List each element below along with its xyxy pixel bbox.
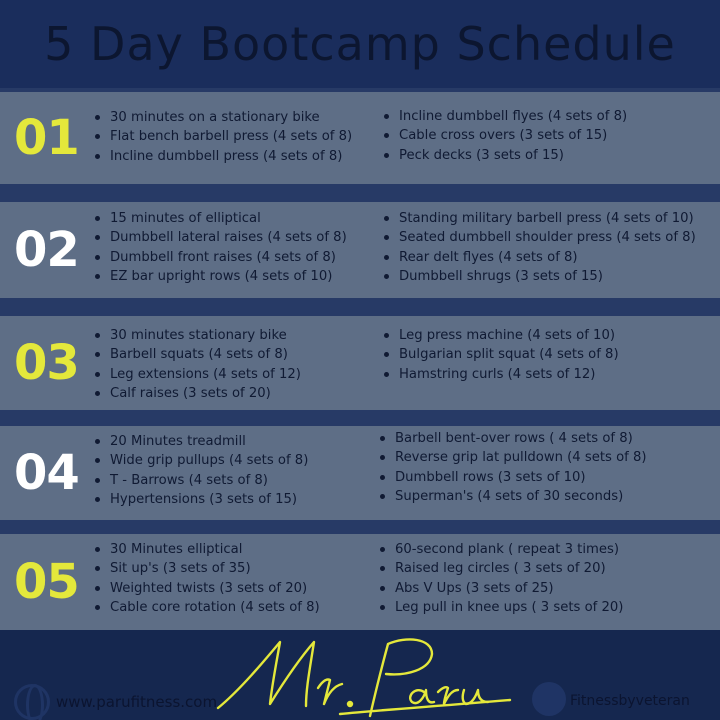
exercise-list-left: 30 Minutes elliptical Sit up's (3 sets o… [95, 540, 320, 618]
list-item: Peck decks (3 sets of 15) [384, 146, 627, 165]
list-item: T - Barrows (4 sets of 8) [95, 471, 308, 490]
list-item: 60-second plank ( repeat 3 times) [380, 540, 623, 559]
divider [0, 410, 720, 426]
day-panel-1: 01 30 minutes on a stationary bike Flat … [0, 92, 720, 184]
exercise-list-right: 60-second plank ( repeat 3 times) Raised… [380, 540, 623, 618]
day-panel-2: 02 15 minutes of elliptical Dumbbell lat… [0, 202, 720, 298]
exercise-list-left: 30 minutes stationary bike Barbell squat… [95, 326, 301, 404]
list-item: EZ bar upright rows (4 sets of 10) [95, 267, 347, 286]
day-number: 04 [14, 445, 80, 501]
divider [0, 184, 720, 202]
divider [0, 520, 720, 534]
list-item: Leg extensions (4 sets of 12) [95, 365, 301, 384]
list-item: 15 minutes of elliptical [95, 209, 347, 228]
list-item: Dumbbell rows (3 sets of 10) [380, 468, 647, 487]
facebook-icon [532, 682, 566, 716]
list-item: Standing military barbell press (4 sets … [384, 209, 696, 228]
list-item: Cable core rotation (4 sets of 8) [95, 598, 320, 617]
exercise-list-right: Leg press machine (4 sets of 10) Bulgari… [384, 326, 619, 384]
list-item: 30 minutes on a stationary bike [95, 108, 352, 127]
day-number: 05 [14, 554, 80, 610]
globe-icon [14, 684, 50, 720]
exercise-list-left: 15 minutes of elliptical Dumbbell latera… [95, 209, 347, 287]
list-item: Barbell bent-over rows ( 4 sets of 8) [380, 429, 647, 448]
list-item: Leg pull in knee ups ( 3 sets of 20) [380, 598, 623, 617]
exercise-list-left: 30 minutes on a stationary bike Flat ben… [95, 108, 352, 166]
exercise-list-left: 20 Minutes treadmill Wide grip pullups (… [95, 432, 308, 510]
list-item: 30 Minutes elliptical [95, 540, 320, 559]
list-item: Leg press machine (4 sets of 10) [384, 326, 619, 345]
list-item: Calf raises (3 sets of 20) [95, 384, 301, 403]
list-item: Weighted twists (3 sets of 20) [95, 579, 320, 598]
list-item: Cable cross overs (3 sets of 15) [384, 126, 627, 145]
exercise-list-right: Incline dumbbell flyes (4 sets of 8) Cab… [384, 107, 627, 165]
list-item: Dumbbell lateral raises (4 sets of 8) [95, 228, 347, 247]
list-item: Flat bench barbell press (4 sets of 8) [95, 127, 352, 146]
day-panel-5: 05 30 Minutes elliptical Sit up's (3 set… [0, 534, 720, 630]
page-title: 5 Day Bootcamp Schedule [0, 0, 720, 88]
list-item: Hamstring curls (4 sets of 12) [384, 365, 619, 384]
list-item: Seated dumbbell shoulder press (4 sets o… [384, 228, 696, 247]
list-item: Incline dumbbell flyes (4 sets of 8) [384, 107, 627, 126]
exercise-list-right: Barbell bent-over rows ( 4 sets of 8) Re… [380, 429, 647, 507]
list-item: Abs V Ups (3 sets of 25) [380, 579, 623, 598]
day-panel-4: 04 20 Minutes treadmill Wide grip pullup… [0, 426, 720, 520]
list-item: Raised leg circles ( 3 sets of 20) [380, 559, 623, 578]
signature-logo [216, 638, 512, 718]
list-item: Dumbbell shrugs (3 sets of 15) [384, 267, 696, 286]
list-item: Incline dumbbell press (4 sets of 8) [95, 147, 352, 166]
footer: www.parufitness.com Fitnessbyveteran [0, 630, 720, 720]
day-number: 02 [14, 222, 80, 278]
list-item: Barbell squats (4 sets of 8) [95, 345, 301, 364]
website-link[interactable]: www.parufitness.com [56, 693, 217, 711]
list-item: Reverse grip lat pulldown (4 sets of 8) [380, 448, 647, 467]
list-item: Hypertensions (3 sets of 15) [95, 490, 308, 509]
social-handle[interactable]: Fitnessbyveteran [570, 693, 690, 709]
list-item: 30 minutes stationary bike [95, 326, 301, 345]
list-item: Dumbbell front raises (4 sets of 8) [95, 248, 347, 267]
list-item: Rear delt flyes (4 sets of 8) [384, 248, 696, 267]
list-item: 20 Minutes treadmill [95, 432, 308, 451]
list-item: Sit up's (3 sets of 35) [95, 559, 320, 578]
day-number: 01 [14, 110, 80, 166]
day-number: 03 [14, 335, 80, 391]
list-item: Wide grip pullups (4 sets of 8) [95, 451, 308, 470]
day-panel-3: 03 30 minutes stationary bike Barbell sq… [0, 316, 720, 410]
divider [0, 298, 720, 316]
list-item: Bulgarian split squat (4 sets of 8) [384, 345, 619, 364]
exercise-list-right: Standing military barbell press (4 sets … [384, 209, 696, 287]
list-item: Superman's (4 sets of 30 seconds) [380, 487, 647, 506]
